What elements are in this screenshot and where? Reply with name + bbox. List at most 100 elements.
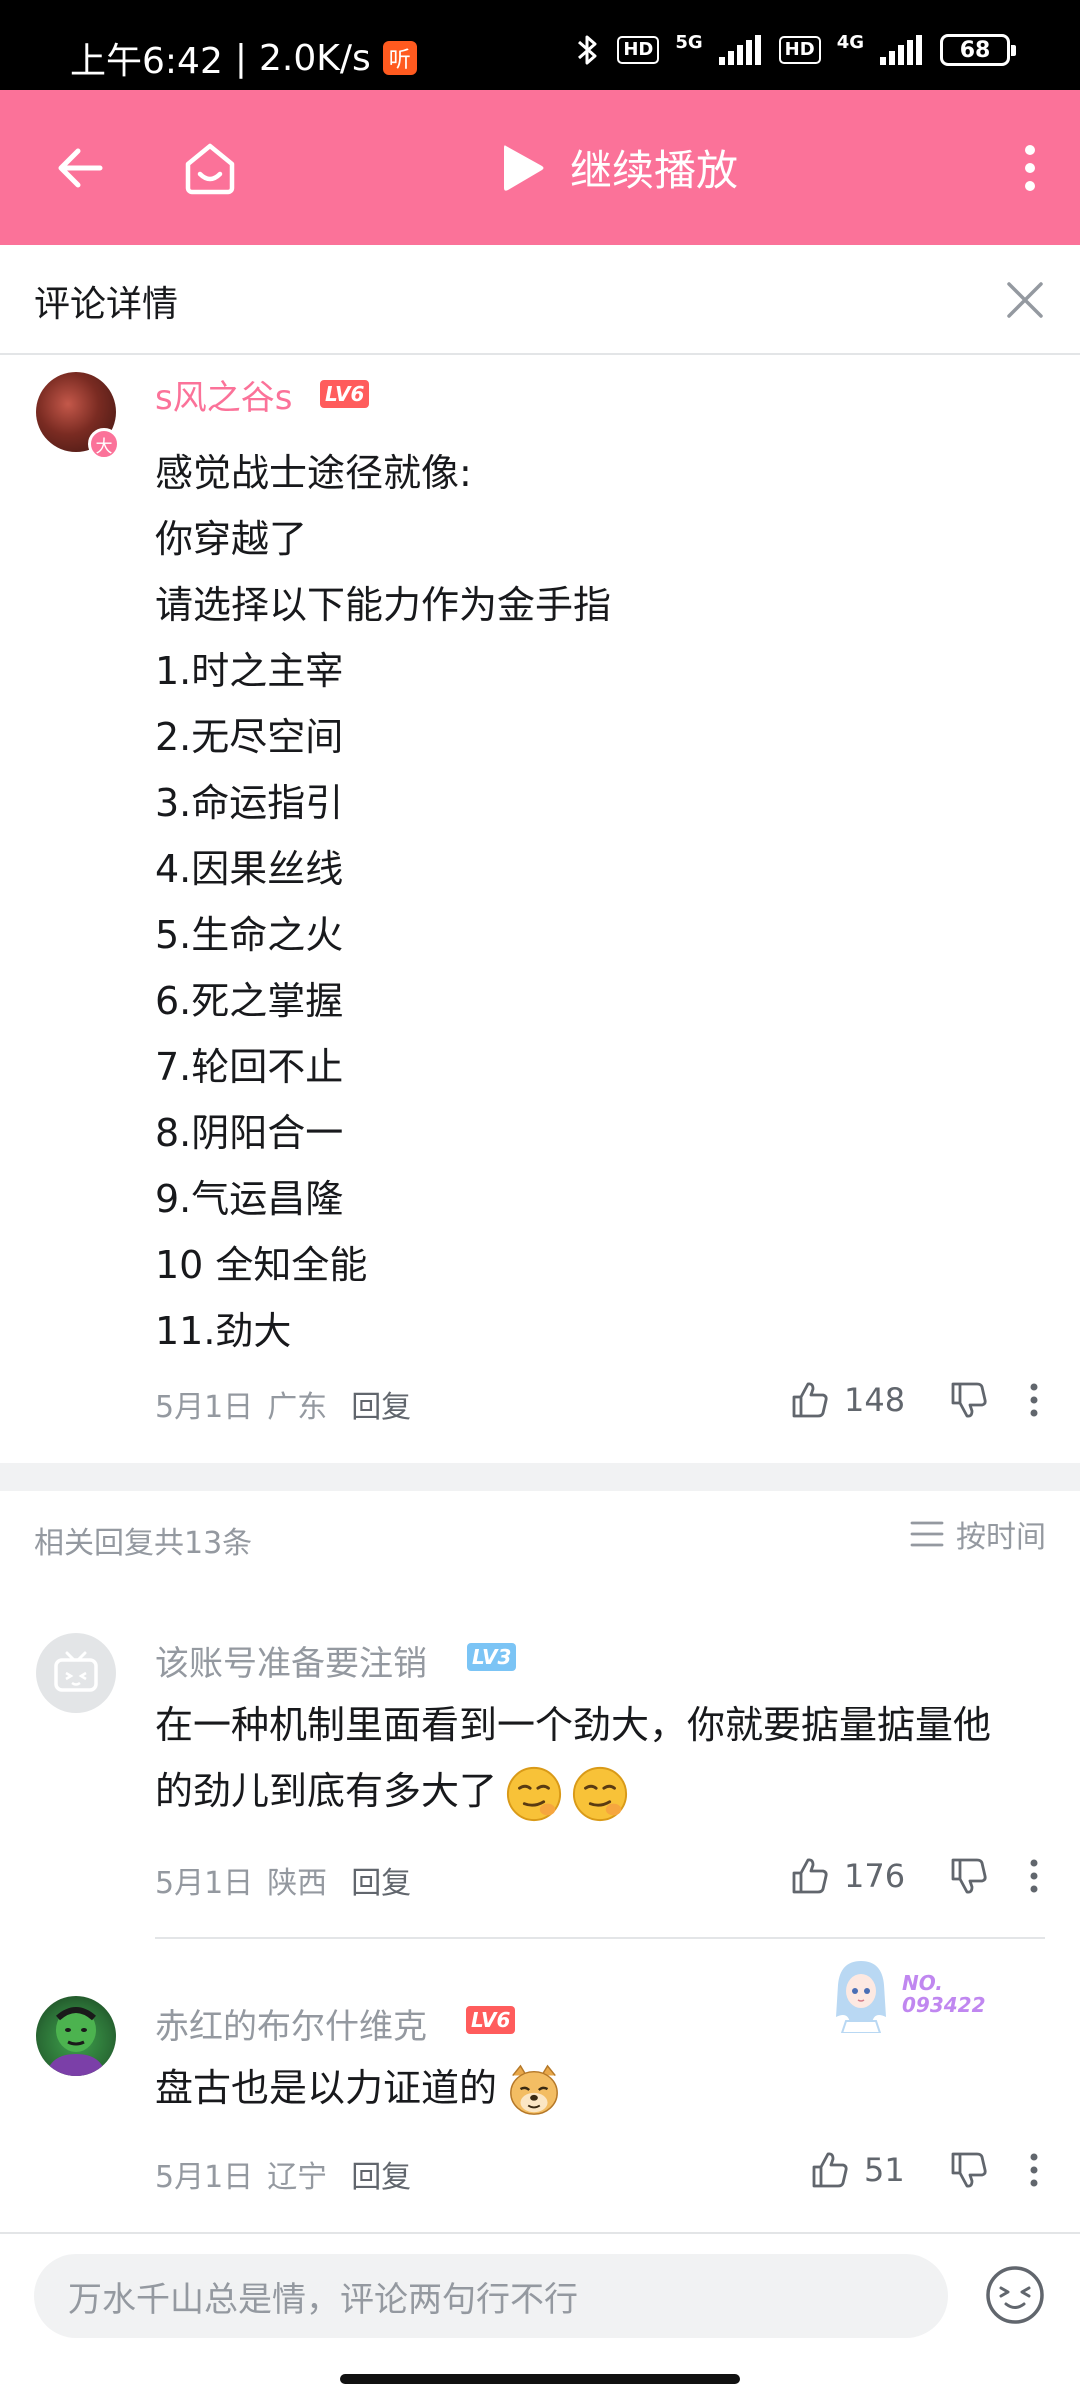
like-count: 176	[844, 1857, 906, 1895]
battery-indicator: 68	[940, 34, 1016, 66]
more-vertical-icon	[1030, 1859, 1038, 1893]
comment-line: 6.死之掌握	[155, 979, 344, 1023]
reply-date: 5月1日	[155, 2160, 254, 2195]
like-button[interactable]	[810, 2150, 850, 2190]
reply-content: 在一种机制里面看到一个劲大，你就要掂量掂量他 的劲儿到底有多大了	[155, 1692, 991, 1824]
doge-emoji-icon	[510, 2064, 558, 2115]
status-bar: 上午6:42 | 2.0K/s 听 HD 5G HD 4G 68	[0, 0, 1080, 90]
comment-content: 感觉战士途径就像: 你穿越了 请选择以下能力作为金手指 1.时之主宰 2.无尽空…	[155, 440, 611, 1364]
home-button[interactable]	[165, 90, 255, 245]
comment-line: 8.阴阳合一	[155, 1111, 344, 1155]
home-icon	[185, 143, 235, 194]
smirk-emoji-icon	[572, 1766, 628, 1821]
video-top-bar: 继续播放	[0, 90, 1080, 245]
status-left: 上午6:42 | 2.0K/s 听	[70, 32, 417, 84]
level-badge: LV3	[467, 1643, 517, 1671]
emoji-picker-icon[interactable]	[984, 2264, 1046, 2326]
comment-date: 5月1日	[155, 1390, 254, 1425]
comment-line: 感觉战士途径就像:	[155, 451, 472, 495]
page-title: 评论详情	[34, 284, 179, 325]
comment-meta: 5月1日 广东 回复	[155, 1382, 411, 1426]
anime-girl-badge-icon	[836, 1961, 886, 2033]
reply-username[interactable]: 该账号准备要注销	[155, 1636, 427, 1685]
status-time: 上午6:42	[70, 41, 223, 82]
thumbs-down-icon	[951, 1382, 987, 1418]
network-5g-label: 5G	[675, 31, 703, 53]
comment-line: 5.生命之火	[155, 913, 344, 957]
reply-region: 陕西	[267, 1866, 328, 1901]
thumbs-up-icon	[792, 1858, 828, 1894]
reply-content: 盘古也是以力证道的	[155, 2055, 563, 2121]
status-separator: |	[234, 37, 247, 79]
close-button[interactable]	[990, 265, 1060, 335]
thumbs-down-icon	[951, 1858, 987, 1894]
reply-region: 辽宁	[267, 2160, 328, 2195]
continue-play-label: 继续播放	[570, 146, 739, 195]
comment-line: 3.命运指引	[155, 781, 344, 825]
comment-line: 7.轮回不止	[155, 1045, 344, 1089]
like-button[interactable]	[790, 1380, 830, 1420]
continue-play-button[interactable]: 继续播放	[500, 90, 738, 245]
comment-more-button[interactable]	[1029, 1383, 1039, 1417]
fan-badge-prefix: NO.	[902, 1971, 943, 1995]
dislike-button[interactable]	[949, 1380, 989, 1420]
comment-detail-header: 评论详情	[0, 245, 1080, 355]
status-right: HD 5G HD 4G 68	[575, 31, 1016, 68]
avatar[interactable]	[36, 1996, 116, 2076]
level-badge: LV6	[466, 2006, 516, 2034]
reply-more-button[interactable]	[1029, 1859, 1039, 1893]
reply-line: 在一种机制里面看到一个劲大，你就要掂量掂量他	[155, 1703, 992, 1747]
more-vertical-icon	[1025, 144, 1035, 191]
avatar[interactable]	[36, 1633, 116, 1713]
comment-line: 4.因果丝线	[155, 847, 344, 891]
reply-button[interactable]: 回复	[351, 1382, 411, 1426]
sort-lines-icon	[910, 1521, 944, 1547]
hd-badge-2: HD	[778, 36, 821, 64]
sort-label: 按时间	[956, 1520, 1046, 1555]
like-count: 51	[864, 2151, 905, 2189]
reply-separator	[155, 1937, 1045, 1939]
thumbs-up-icon	[812, 2152, 848, 2188]
dislike-button[interactable]	[949, 1856, 989, 1896]
section-divider	[0, 1463, 1080, 1491]
reply-line-text: 盘古也是以力证道的	[155, 2066, 498, 2110]
avatar-badge: 大	[88, 428, 120, 460]
comment-line: 你穿越了	[155, 517, 308, 561]
dislike-button[interactable]	[949, 2150, 989, 2190]
fan-badge-digits: 093422	[902, 1993, 986, 2017]
comment-input[interactable]: 万水千山总是情，评论两句行不行	[34, 2254, 948, 2338]
back-button[interactable]	[40, 90, 120, 245]
more-vertical-icon	[1030, 2153, 1038, 2187]
fan-badge: NO. 093422	[830, 1955, 986, 2033]
sort-button[interactable]: 按时间	[910, 1512, 1046, 1556]
reply-meta: 5月1日 陕西 回复	[155, 1858, 411, 1902]
like-button[interactable]	[790, 1856, 830, 1896]
comment-line: 1.时之主宰	[155, 649, 344, 693]
more-menu-button[interactable]	[1000, 90, 1060, 245]
arrow-left-icon	[58, 148, 103, 187]
smirk-emoji-icon	[506, 1766, 562, 1821]
comment-line: 11.劲大	[155, 1309, 292, 1353]
home-indicator[interactable]	[340, 2374, 740, 2384]
comment-username[interactable]: s风之谷s	[155, 370, 292, 419]
reply-line-text: 的劲儿到底有多大了	[155, 1769, 498, 1813]
reply-actions: 176	[790, 1856, 1039, 1896]
signal-icon-1	[718, 35, 761, 65]
close-icon	[1007, 282, 1043, 318]
reply-button[interactable]: 回复	[351, 2152, 411, 2196]
reply-button[interactable]: 回复	[351, 1858, 411, 1902]
hd-badge-1: HD	[617, 36, 660, 64]
comment-region: 广东	[267, 1390, 328, 1425]
reply-line-2: 的劲儿到底有多大了	[155, 1758, 991, 1824]
comment-line: 10 全知全能	[155, 1243, 368, 1287]
reply-date: 5月1日	[155, 1866, 254, 1901]
reply-username[interactable]: 赤红的布尔什维克	[155, 1999, 427, 2048]
play-icon	[504, 144, 544, 191]
thumbs-up-icon	[792, 1382, 828, 1418]
comment-line: 2.无尽空间	[155, 715, 344, 759]
thumbs-down-icon	[951, 2152, 987, 2188]
hulk-avatar-icon	[46, 2007, 106, 2076]
more-vertical-icon	[1030, 1383, 1038, 1417]
reply-more-button[interactable]	[1029, 2153, 1039, 2187]
comment-actions: 148	[790, 1380, 1039, 1420]
